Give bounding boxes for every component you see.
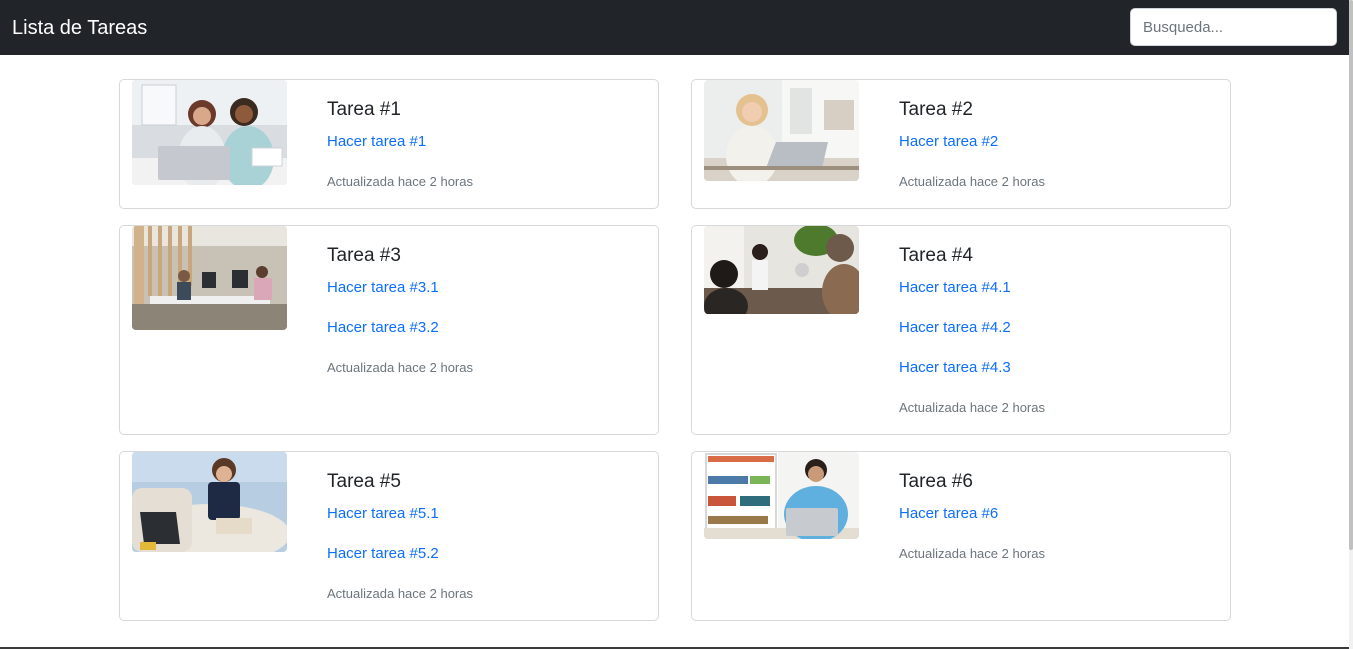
task-link[interactable]: Hacer tarea #4.3 [899,359,1011,377]
task-link[interactable]: Hacer tarea #3.1 [327,279,439,297]
task-image [132,80,287,185]
task-image [704,80,859,181]
task-image [132,452,287,552]
task-title: Tarea #2 [899,99,973,120]
task-image [132,226,287,330]
task-card: Tarea #4 Hacer tarea #4.1 Hacer tarea #4… [691,225,1231,435]
task-title: Tarea #5 [327,471,401,492]
task-title: Tarea #3 [327,245,401,266]
navbar: Lista de Tareas [0,0,1349,55]
task-card: Tarea #3 Hacer tarea #3.1 Hacer tarea #3… [119,225,659,435]
updated-text: Actualizada hace 2 horas [899,174,1045,189]
task-title: Tarea #1 [327,99,401,120]
task-link[interactable]: Hacer tarea #6 [899,505,998,523]
task-link[interactable]: Hacer tarea #4.2 [899,319,1011,337]
task-image [704,226,859,314]
task-card: Tarea #1 Hacer tarea #1 Actualizada hace… [119,79,659,209]
task-link[interactable]: Hacer tarea #4.1 [899,279,1011,297]
updated-text: Actualizada hace 2 horas [327,586,473,601]
updated-text: Actualizada hace 2 horas [899,546,1045,561]
task-link[interactable]: Hacer tarea #5.2 [327,545,439,563]
task-title: Tarea #4 [899,245,973,266]
task-link[interactable]: Hacer tarea #5.1 [327,505,439,523]
task-card: Tarea #2 Hacer tarea #2 Actualizada hace… [691,79,1231,209]
task-card: Tarea #6 Hacer tarea #6 Actualizada hace… [691,451,1231,621]
task-link[interactable]: Hacer tarea #1 [327,133,426,151]
updated-text: Actualizada hace 2 horas [327,360,473,375]
search-input[interactable] [1130,8,1337,46]
task-link[interactable]: Hacer tarea #2 [899,133,998,151]
task-image [704,452,859,539]
task-card: Tarea #5 Hacer tarea #5.1 Hacer tarea #5… [119,451,659,621]
scrollbar-thumb[interactable] [1349,0,1353,550]
task-title: Tarea #6 [899,471,973,492]
app-title[interactable]: Lista de Tareas [12,15,147,41]
task-link[interactable]: Hacer tarea #3.2 [327,319,439,337]
updated-text: Actualizada hace 2 horas [327,174,473,189]
updated-text: Actualizada hace 2 horas [899,400,1045,415]
